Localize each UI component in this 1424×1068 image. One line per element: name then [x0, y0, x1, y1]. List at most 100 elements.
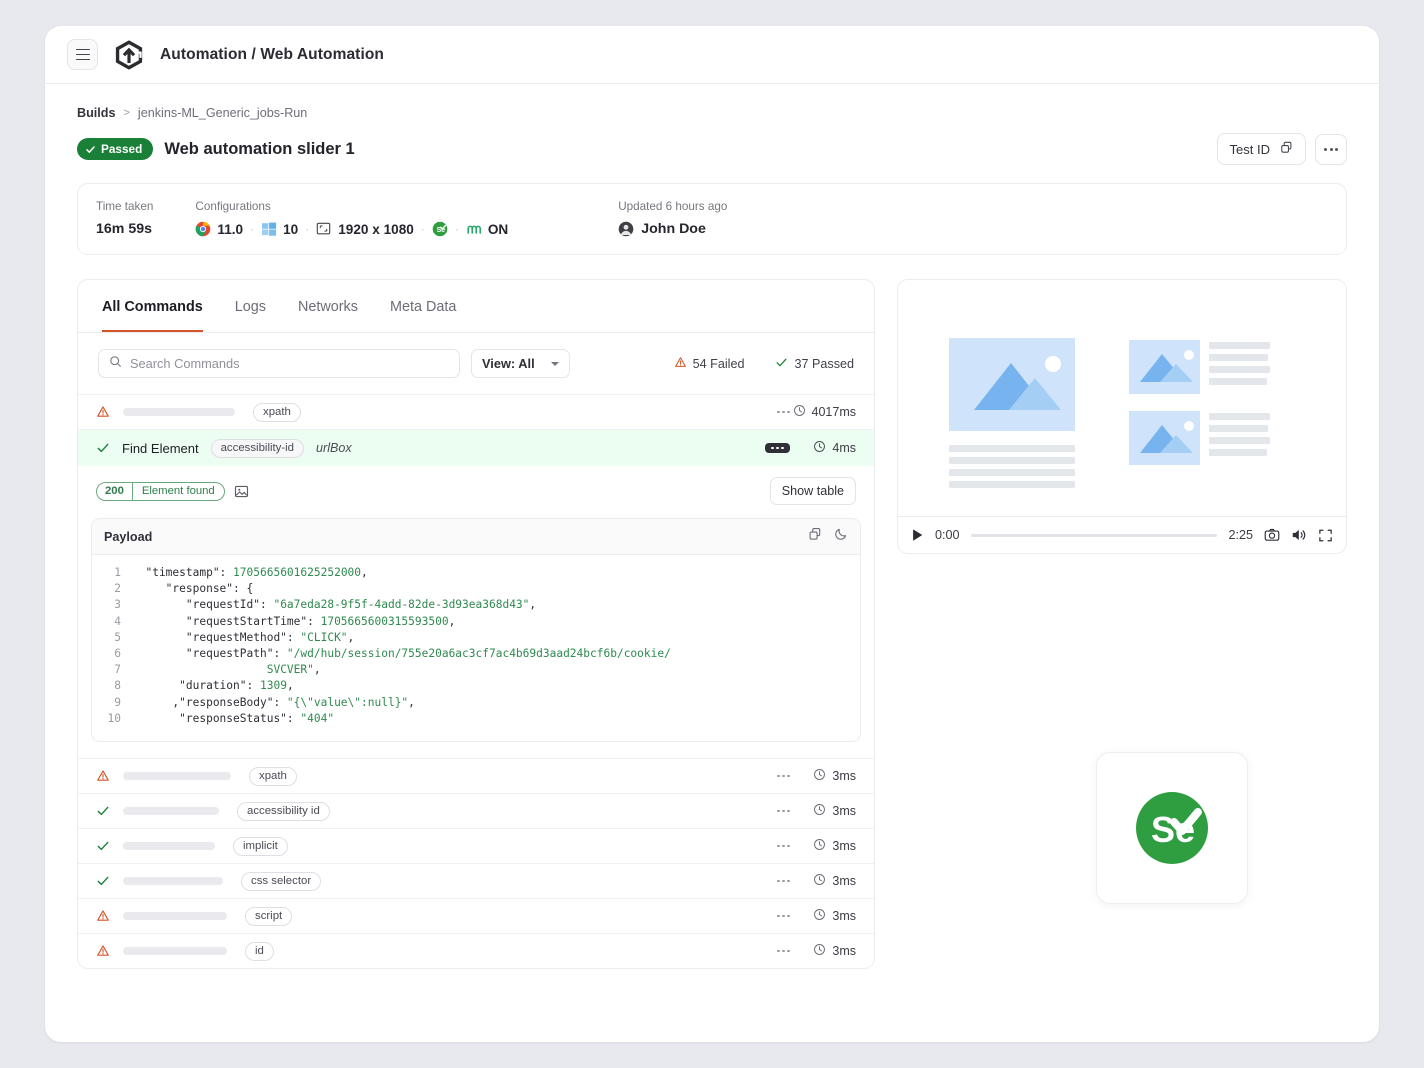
line-number: 10	[92, 711, 132, 727]
tab-logs[interactable]: Logs	[235, 280, 266, 332]
command-duration: 4ms	[790, 440, 856, 456]
breadcrumb-root[interactable]: Builds	[77, 106, 115, 120]
warning-triangle-icon	[674, 356, 687, 372]
command-row[interactable]: script3ms	[78, 898, 874, 933]
time-taken-block: Time taken 16m 59s	[96, 200, 153, 237]
payload-code-line: 6 "requestPath": "/wd/hub/session/755e20…	[92, 646, 860, 662]
top-bar: Automation / Web Automation	[45, 26, 1379, 84]
status-badge: Passed	[77, 138, 153, 160]
code-text: "requestId": "6a7eda28-9f5f-4add-82de-3d…	[132, 597, 536, 613]
failed-count-label: 54 Failed	[693, 357, 745, 371]
placeholder-text-line	[1209, 413, 1270, 420]
command-row[interactable]: xpath 4017ms	[78, 394, 874, 429]
time-taken-label: Time taken	[96, 200, 153, 213]
selenium-icon: Se	[432, 221, 448, 237]
clock-icon	[813, 440, 826, 456]
payload-code-line: 3 "requestId": "6a7eda28-9f5f-4add-82de-…	[92, 597, 860, 613]
command-row[interactable]: xpath3ms	[78, 758, 874, 793]
show-table-button[interactable]: Show table	[770, 477, 856, 505]
copy-icon[interactable]	[808, 527, 822, 546]
code-text: "response": {	[132, 581, 253, 597]
video-player: 0:00 2:25	[897, 279, 1347, 554]
clock-icon	[813, 943, 826, 959]
tab-all-commands[interactable]: All Commands	[102, 280, 203, 332]
payload-code-line: 10 "responseStatus": "404"	[92, 711, 860, 727]
more-options-button[interactable]	[1315, 134, 1347, 165]
more-horizontal-icon[interactable]	[777, 411, 790, 414]
more-horizontal-icon[interactable]	[777, 845, 790, 848]
command-row[interactable]: implicit3ms	[78, 828, 874, 863]
payload-code-line: 2 "response": {	[92, 581, 860, 597]
windows-os-icon	[261, 221, 277, 237]
command-name-placeholder	[123, 947, 227, 955]
config-resolution-value: 1920 x 1080	[338, 222, 414, 237]
config-os: 10	[261, 221, 298, 237]
command-name: Find Element	[122, 441, 199, 456]
more-horizontal-icon[interactable]	[777, 915, 790, 918]
command-row[interactable]: accessibility id3ms	[78, 793, 874, 828]
clock-icon	[813, 768, 826, 784]
tab-meta-data[interactable]: Meta Data	[390, 280, 456, 332]
view-filter-label: View: All	[482, 356, 535, 371]
breadcrumb-current[interactable]: jenkins-ML_Generic_jobs-Run	[138, 106, 307, 120]
play-icon[interactable]	[911, 528, 924, 542]
camera-icon[interactable]	[1264, 527, 1280, 543]
avatar-icon	[618, 221, 634, 237]
code-text: ,"responseBody": "{\"value\":null}",	[132, 695, 415, 711]
image-icon[interactable]	[234, 484, 249, 499]
locator-chip: accessibility-id	[211, 439, 304, 458]
command-row[interactable]: css selector3ms	[78, 863, 874, 898]
breadcrumb-separator-icon: >	[123, 107, 129, 119]
fullscreen-icon[interactable]	[1318, 528, 1333, 543]
more-horizontal-icon[interactable]	[765, 443, 790, 454]
failed-count: 54 Failed	[674, 356, 745, 372]
command-row-selected[interactable]: Find Element accessibility-id urlBox 4ms	[78, 429, 874, 466]
warning-triangle-icon	[96, 769, 110, 783]
line-number: 8	[92, 678, 132, 694]
payload-code-line: 1 "timestamp": 1705665601625252000,	[92, 565, 860, 581]
line-number: 5	[92, 630, 132, 646]
payload-code-line: 9 ,"responseBody": "{\"value\":null}",	[92, 695, 860, 711]
chevron-down-icon	[551, 362, 559, 366]
network-signal-icon	[466, 221, 482, 237]
code-text: "timestamp": 1705665601625252000,	[132, 565, 368, 581]
hamburger-icon[interactable]	[67, 39, 98, 70]
locator-chip: id	[245, 942, 274, 961]
test-id-button[interactable]: Test ID	[1217, 133, 1306, 165]
placeholder-text-line	[1209, 437, 1270, 444]
duration-text: 4017ms	[812, 405, 856, 419]
more-horizontal-icon[interactable]	[777, 950, 790, 953]
tab-bar: All Commands Logs Networks Meta Data	[78, 280, 874, 333]
updated-label: Updated 6 hours ago	[618, 200, 727, 213]
payload-code-line: 4 "requestStartTime": 170566560031559350…	[92, 614, 860, 630]
response-status-code: 200	[97, 483, 132, 500]
moon-icon[interactable]	[834, 527, 848, 546]
command-name-placeholder	[123, 807, 219, 815]
more-horizontal-icon[interactable]	[777, 810, 790, 813]
payload-title: Payload	[104, 530, 152, 544]
run-summary-card: Time taken 16m 59s Configurations 11.0 ·	[77, 183, 1347, 255]
framework-card: Se	[1096, 752, 1248, 904]
volume-icon[interactable]	[1291, 527, 1307, 543]
passed-count: 37 Passed	[775, 356, 854, 372]
more-horizontal-icon[interactable]	[777, 880, 790, 883]
test-name: Web automation slider 1	[164, 140, 354, 159]
locator-chip: accessibility id	[237, 802, 330, 821]
search-box[interactable]	[98, 349, 460, 378]
owner-name: John Doe	[641, 221, 706, 237]
search-input[interactable]	[130, 356, 449, 371]
command-duration: 4017ms	[790, 404, 856, 420]
tab-networks[interactable]: Networks	[298, 280, 358, 332]
check-icon	[96, 874, 110, 888]
more-horizontal-icon[interactable]	[777, 775, 790, 778]
payload-code: 1 "timestamp": 1705665601625252000,2 "re…	[92, 555, 860, 741]
view-filter-dropdown[interactable]: View: All	[471, 349, 570, 378]
brand-hexagon-arrow-logo	[112, 38, 146, 72]
seek-bar[interactable]	[971, 534, 1218, 537]
placeholder-text-line	[949, 481, 1075, 488]
line-number: 6	[92, 646, 132, 662]
command-duration: 3ms	[790, 768, 856, 784]
commands-panel: All Commands Logs Networks Meta Data	[77, 279, 875, 969]
command-row[interactable]: id3ms	[78, 933, 874, 968]
framework-card-area: Se	[897, 554, 1347, 974]
